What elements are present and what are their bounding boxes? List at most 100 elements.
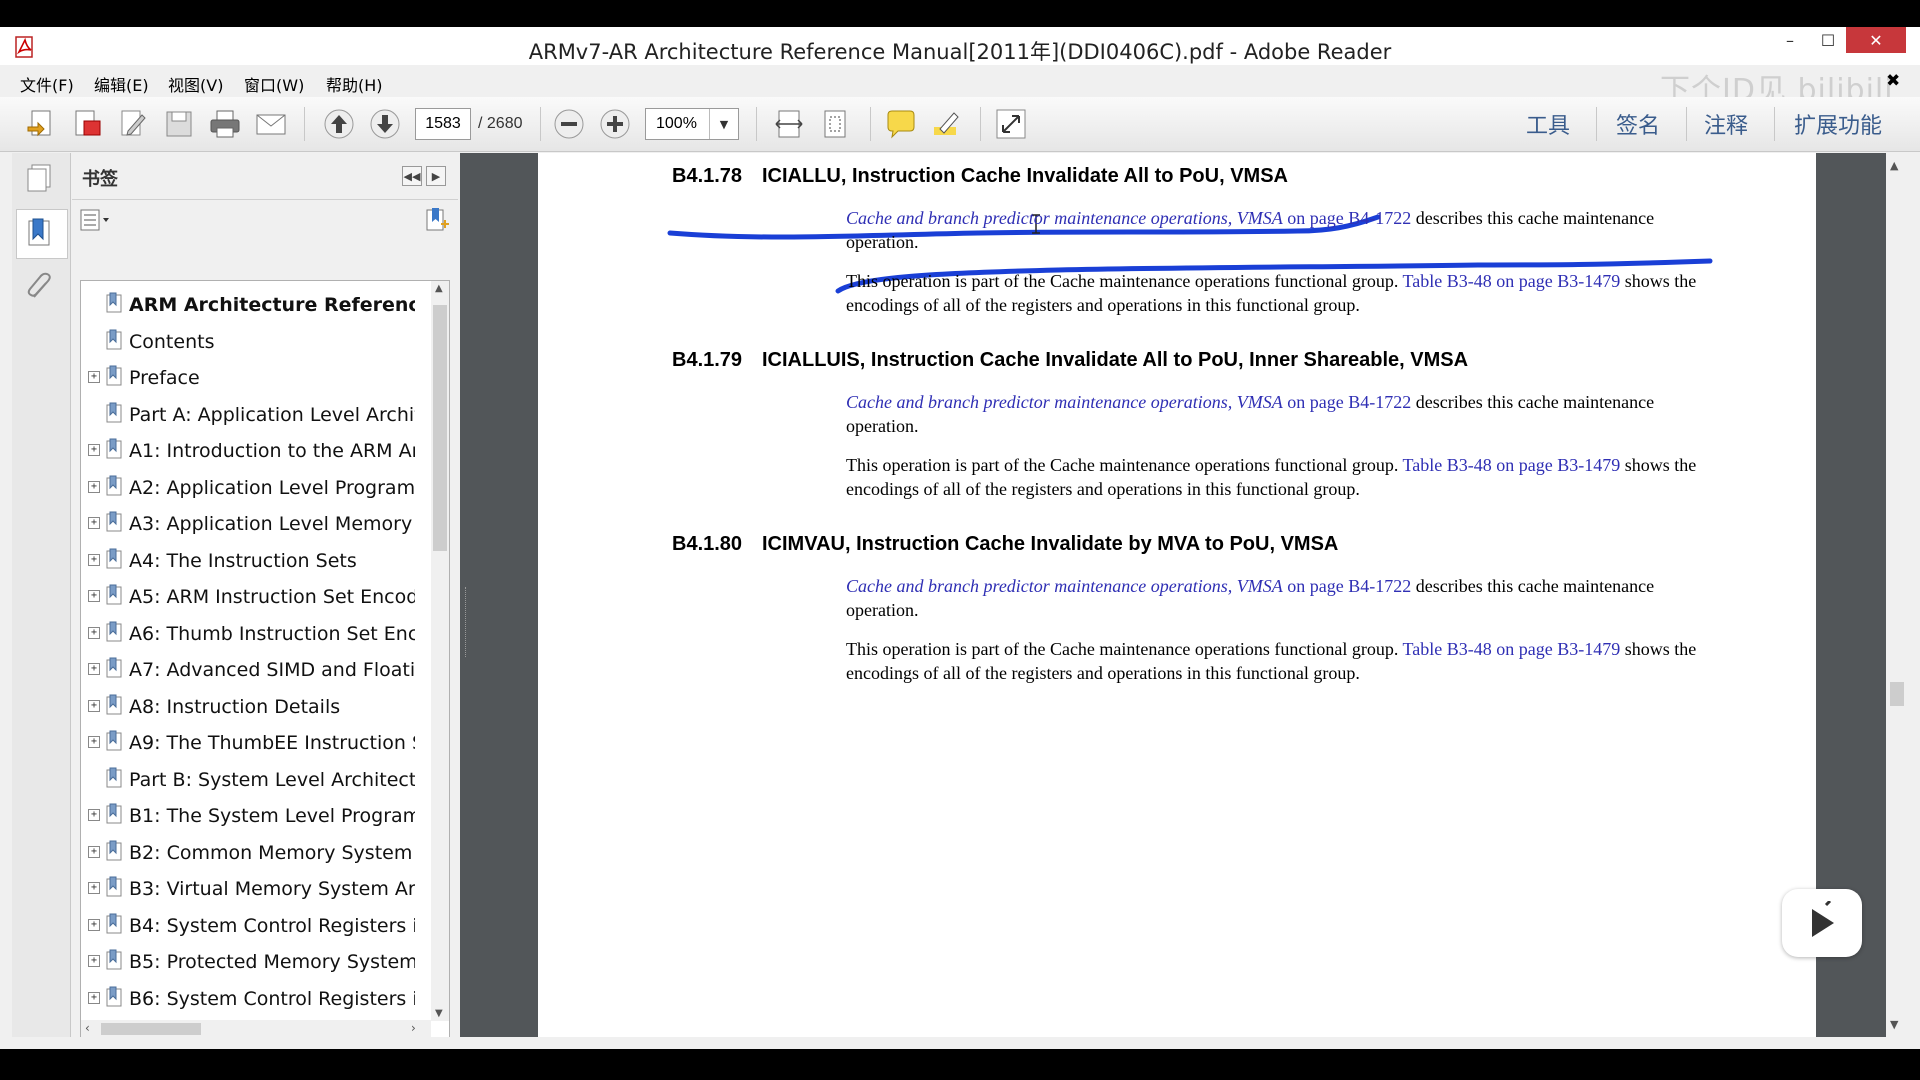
menu-view[interactable]: 视图(V) [168,72,223,96]
expand-icon[interactable]: + [88,991,100,1004]
expand-icon[interactable]: + [88,444,100,456]
tab-extended[interactable]: 扩展功能 [1794,108,1882,140]
tab-comment[interactable]: 注释 [1704,108,1748,140]
cross-reference-link[interactable]: Cache and branch predictor maintenance o… [846,392,1283,412]
scroll-down-icon[interactable]: ▼ [1890,1018,1898,1031]
tab-sign[interactable]: 签名 [1616,108,1660,140]
bookmark-icon [106,657,122,678]
cross-reference-link[interactable]: Cache and branch predictor maintenance o… [846,208,1283,228]
page-reference-link[interactable]: on page B4-1722 [1287,208,1411,228]
bookmark-item[interactable]: + A6: Thumb Instruction Set Encoc [81,618,441,654]
menu-window[interactable]: 窗口(W) [244,72,304,96]
document-scrollbar-thumb[interactable] [1890,682,1904,706]
previous-page-icon[interactable] [322,107,356,141]
tab-tools[interactable]: 工具 [1526,108,1570,140]
menu-edit[interactable]: 编辑(E) [94,72,149,96]
options-menu-icon[interactable] [80,209,112,231]
edit-icon[interactable] [116,107,150,141]
scroll-down-icon[interactable]: ▼ [435,1008,443,1019]
expand-icon[interactable]: + [88,626,100,639]
expand-icon[interactable]: + [88,955,100,967]
play-icon[interactable] [1800,901,1844,945]
expand-icon[interactable]: + [88,699,100,712]
bookmark-label: A1: Introduction to the ARM Arc [129,440,415,462]
bookmark-item[interactable]: + B6: System Control Registers in [81,983,441,1019]
expand-icon[interactable]: + [88,553,100,566]
pane-splitter[interactable] [460,153,538,1037]
bookmark-item[interactable]: + A8: Instruction Details [81,691,441,727]
bookmark-item[interactable]: Part A: Application Level Archite [81,399,441,435]
expand-icon[interactable]: + [88,590,100,602]
bookmark-item[interactable]: + B5: Protected Memory System A [81,946,441,982]
expand-icon[interactable]: + [88,371,100,383]
bookmark-item[interactable]: + A9: The ThumbEE Instruction Se [81,727,441,763]
close-button[interactable]: ✕ [1846,27,1906,53]
highlight-icon[interactable] [930,107,964,141]
bookmark-item[interactable]: + A1: Introduction to the ARM Arc [81,435,441,471]
cross-reference-link[interactable]: Cache and branch predictor maintenance o… [846,576,1283,596]
chevron-down-icon[interactable]: ▼ [709,109,738,139]
attachment-icon[interactable] [24,271,56,303]
print-icon[interactable] [208,107,242,141]
fit-page-icon[interactable] [818,107,852,141]
zoom-out-icon[interactable] [552,107,586,141]
maximize-button[interactable]: ☐ [1808,27,1848,53]
create-pdf-icon[interactable] [24,107,58,141]
next-page-icon[interactable] [368,107,402,141]
close-document-icon[interactable]: ✖ [1886,71,1900,91]
splitter-grip[interactable] [465,587,469,657]
document-page[interactable]: B4.1.78 ICIALLU, Instruction Cache Invali… [538,153,1816,1037]
expand-panel-button[interactable]: ▶ [426,166,446,186]
expand-icon[interactable]: + [88,480,100,493]
bookmark-hscrollbar-thumb[interactable] [101,1023,201,1035]
scroll-right-icon[interactable]: › [411,1021,416,1035]
expand-icon[interactable]: + [88,918,100,931]
bookmark-scrollbar-thumb[interactable] [433,305,447,551]
document-scrollbar[interactable]: ▲ ▼ [1886,153,1906,1037]
minimize-button[interactable]: – [1770,27,1810,53]
table-reference-link[interactable]: Table B3-48 on page B3-1479 [1403,639,1621,659]
expand-icon[interactable]: + [88,517,100,529]
fit-width-icon[interactable] [772,107,806,141]
scroll-up-icon[interactable]: ▲ [1890,159,1898,172]
add-bookmark-icon[interactable] [424,207,450,233]
expand-icon[interactable]: + [88,736,100,748]
bookmark-item[interactable]: + A4: The Instruction Sets [81,545,441,581]
bookmark-item[interactable]: + A2: Application Level Programm [81,472,441,508]
expand-icon[interactable]: + [88,663,100,675]
menu-file[interactable]: 文件(F) [20,72,74,96]
video-player-badge[interactable] [1782,889,1862,957]
bookmark-item[interactable]: + A3: Application Level Memory M [81,508,441,544]
export-pdf-icon[interactable] [70,107,104,141]
bookmark-item[interactable]: + B2: Common Memory System A [81,837,441,873]
expand-icon[interactable]: + [88,882,100,894]
save-icon[interactable] [162,107,196,141]
comment-icon[interactable] [884,107,918,141]
bookmark-item[interactable]: Contents [81,326,441,362]
zoom-in-icon[interactable] [598,107,632,141]
bookmark-item[interactable]: + B4: System Control Registers in [81,910,441,946]
bookmark-item[interactable]: + A7: Advanced SIMD and Floatin [81,654,441,690]
scroll-up-icon[interactable]: ▲ [435,283,443,294]
scroll-left-icon[interactable]: ‹ [85,1021,90,1035]
bookmark-item[interactable]: + B1: The System Level Programm [81,800,441,836]
bookmark-item[interactable]: + A5: ARM Instruction Set Encodir [81,581,441,617]
page-thumbnails-icon[interactable] [24,161,56,193]
email-icon[interactable] [254,107,288,141]
bookmark-item[interactable]: Part B: System Level Architectur [81,764,441,800]
page-reference-link[interactable]: on page B4-1722 [1287,392,1411,412]
menu-help[interactable]: 帮助(H) [326,72,383,96]
page-number-input[interactable] [415,108,471,140]
expand-icon[interactable]: + [88,845,100,858]
bookmark-item[interactable]: + Preface [81,362,441,398]
collapse-panel-button[interactable]: ◀◀ [402,166,422,186]
bookmark-icon[interactable] [24,217,56,249]
table-reference-link[interactable]: Table B3-48 on page B3-1479 [1403,271,1621,291]
fullscreen-icon[interactable] [994,107,1028,141]
expand-icon[interactable]: + [88,809,100,821]
table-reference-link[interactable]: Table B3-48 on page B3-1479 [1403,455,1621,475]
bookmark-item[interactable]: ARM Architecture Reference M [81,289,441,325]
bookmark-item[interactable]: + B3: Virtual Memory System Arch [81,873,441,909]
page-reference-link[interactable]: on page B4-1722 [1287,576,1411,596]
zoom-select[interactable]: 100% ▼ [645,108,739,140]
